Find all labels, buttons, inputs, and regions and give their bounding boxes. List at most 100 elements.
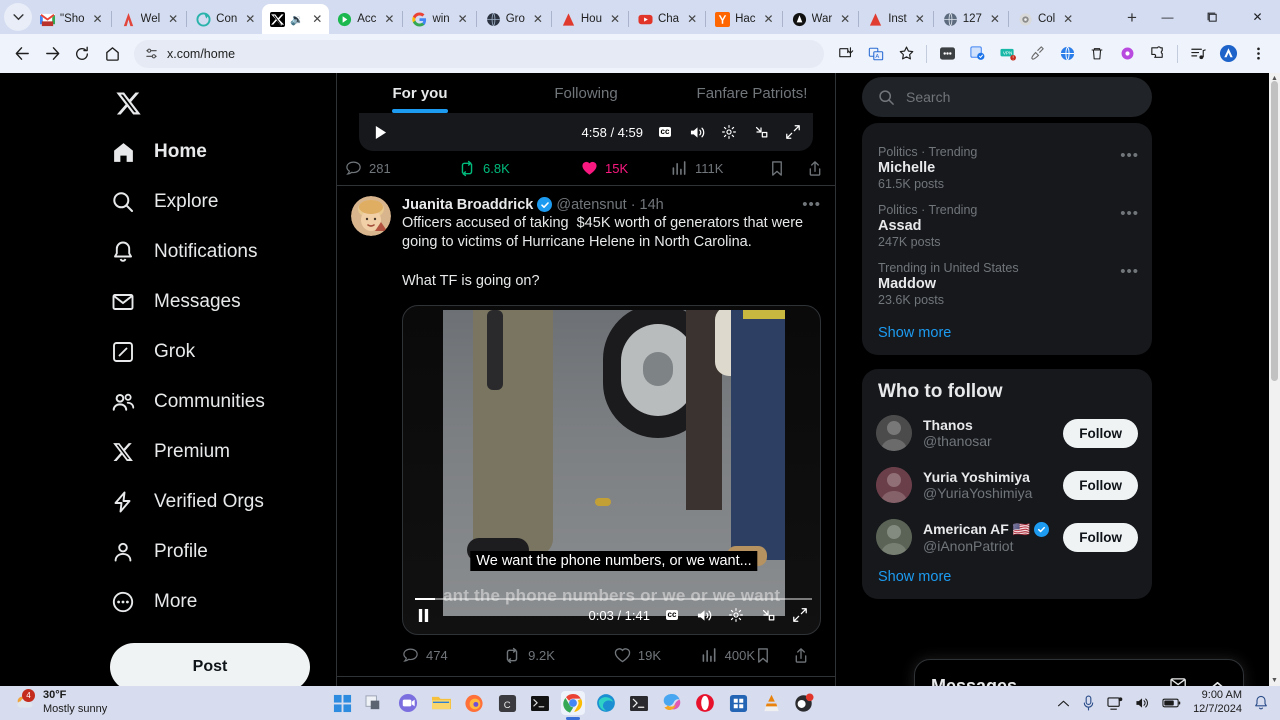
repost-action[interactable]: 9.2K xyxy=(503,647,614,664)
vlc-icon[interactable] xyxy=(759,691,783,715)
gear-icon[interactable] xyxy=(719,124,739,140)
edge-icon[interactable] xyxy=(594,691,618,715)
who-to-follow-item[interactable]: Thanos @thanosar Follow xyxy=(862,407,1152,459)
tab-close-icon[interactable]: ✕ xyxy=(761,11,777,27)
sidebar-item-home[interactable]: Home xyxy=(110,127,336,177)
translate-icon[interactable]: A xyxy=(862,40,890,68)
copilot-icon[interactable] xyxy=(660,691,684,715)
volume-icon[interactable] xyxy=(694,608,714,623)
ellipsis-icon[interactable]: ••• xyxy=(802,196,821,213)
home-button[interactable] xyxy=(98,40,126,68)
video-player-controls-top[interactable]: 4:58 / 4:59 cc xyxy=(359,113,813,151)
post-button[interactable]: Post xyxy=(110,643,310,686)
globe-blue-icon[interactable] xyxy=(1053,40,1081,68)
browser-tab[interactable]: Gro ✕ xyxy=(478,4,550,34)
obs-icon[interactable] xyxy=(792,691,816,715)
gear-icon[interactable] xyxy=(726,607,746,623)
avatar[interactable] xyxy=(876,415,912,451)
install-icon[interactable] xyxy=(832,40,860,68)
avatar[interactable] xyxy=(876,467,912,503)
browser-tab[interactable]: Hou ✕ xyxy=(553,4,627,34)
lens-blue-icon[interactable] xyxy=(963,40,991,68)
menu-kebab-icon[interactable] xyxy=(1244,40,1272,68)
tab-search-chevron-icon[interactable] xyxy=(4,3,32,31)
tab-close-icon[interactable]: ✕ xyxy=(684,11,700,27)
browser-tab[interactable]: Inst ✕ xyxy=(860,4,932,34)
cc-icon[interactable]: cc xyxy=(662,610,682,621)
ellipsis-icon[interactable]: ••• xyxy=(1120,263,1139,280)
file-explorer-icon[interactable] xyxy=(429,691,453,715)
post-author-handle[interactable]: @atensnut xyxy=(556,197,626,213)
sidebar-item-communities[interactable]: Communities xyxy=(110,377,336,427)
back-button[interactable] xyxy=(8,40,36,68)
browser-tab[interactable]: Wel ✕ xyxy=(113,4,186,34)
cursor-icon[interactable]: C xyxy=(495,691,519,715)
firefox-icon[interactable] xyxy=(462,691,486,715)
expand-icon[interactable] xyxy=(790,607,810,623)
battery-icon[interactable] xyxy=(1162,697,1181,709)
browser-tab-active[interactable]: 🔉 ✕ xyxy=(262,4,330,34)
tray-chevron-up-icon[interactable] xyxy=(1057,699,1070,708)
store-icon[interactable] xyxy=(726,691,750,715)
chrome-icon[interactable] xyxy=(561,691,585,715)
post-author-name[interactable]: Juanita Broaddrick xyxy=(402,197,533,213)
tab-close-icon[interactable]: ✕ xyxy=(912,11,928,27)
messages-dock[interactable]: Messages xyxy=(914,659,1244,686)
trend-item[interactable]: Politics · Trending Michelle 61.5K posts ••… xyxy=(862,135,1152,193)
share-icon[interactable] xyxy=(793,647,809,664)
tab-close-icon[interactable]: ✕ xyxy=(1060,11,1076,27)
tab-close-icon[interactable]: ✕ xyxy=(607,11,623,27)
browser-tab[interactable]: Cha ✕ xyxy=(630,4,704,34)
vpn-teal-icon[interactable]: VPN! xyxy=(993,40,1021,68)
views-action-top[interactable]: 111K xyxy=(671,160,723,176)
powershell-icon[interactable] xyxy=(627,691,651,715)
ellipsis-icon[interactable]: ••• xyxy=(1120,205,1139,222)
notification-bell-icon[interactable] xyxy=(1254,695,1268,711)
page-scrollbar[interactable]: ▲ ▼ xyxy=(1269,73,1280,686)
pip-icon[interactable] xyxy=(758,607,778,623)
search-input[interactable]: Search xyxy=(862,77,1152,117)
avatar[interactable] xyxy=(351,196,391,236)
tab-following[interactable]: Following xyxy=(503,73,669,113)
ellipsis-icon[interactable]: ••• xyxy=(1120,147,1139,164)
trend-item[interactable]: Politics · Trending Assad 247K posts ••• xyxy=(862,193,1152,251)
address-bar[interactable]: x.com/home xyxy=(134,39,824,68)
sidebar-item-more[interactable]: More xyxy=(110,577,336,627)
reload-button[interactable] xyxy=(68,40,96,68)
browser-tab[interactable]: "Sho ✕ xyxy=(32,4,110,34)
trends-show-more[interactable]: Show more xyxy=(862,309,1152,355)
follow-button[interactable]: Follow xyxy=(1063,418,1138,448)
pause-icon[interactable] xyxy=(413,608,433,623)
avatar[interactable] xyxy=(876,519,912,555)
like-action-top[interactable]: 15K xyxy=(581,160,671,176)
expand-icon[interactable] xyxy=(783,124,803,140)
teams-icon[interactable] xyxy=(396,691,420,715)
puzzle-icon[interactable] xyxy=(1143,40,1171,68)
windows-start-icon[interactable] xyxy=(330,691,354,715)
minimize-button[interactable]: — xyxy=(1145,0,1190,34)
tab-close-icon[interactable]: ✕ xyxy=(242,11,258,27)
trend-item[interactable]: Trending in United States Maddow 23.6K pos… xyxy=(862,251,1152,309)
video-player-controls[interactable]: 0:03 / 1:41 cc xyxy=(403,596,820,634)
browser-tab[interactable]: Col ✕ xyxy=(1010,4,1080,34)
post-video[interactable]: We want the phone numbers, or we want...… xyxy=(402,305,821,636)
tab-close-icon[interactable]: ✕ xyxy=(837,11,853,27)
tab-close-icon[interactable]: ✕ xyxy=(987,11,1003,27)
opera-icon[interactable] xyxy=(693,691,717,715)
browser-tab[interactable]: win ✕ xyxy=(404,4,474,34)
reply-action[interactable]: 474 xyxy=(402,647,503,664)
sidebar-item-explore[interactable]: Explore xyxy=(110,177,336,227)
post-timestamp[interactable]: 14h xyxy=(640,197,664,213)
forward-button[interactable] xyxy=(38,40,66,68)
display-icon[interactable] xyxy=(1107,696,1123,711)
volume-icon[interactable] xyxy=(1135,696,1150,710)
browser-tab[interactable]: 127 ✕ xyxy=(935,4,1007,34)
repost-action-top[interactable]: 6.8K xyxy=(458,160,581,177)
tab-close-icon[interactable]: ✕ xyxy=(381,11,397,27)
site-settings-icon[interactable] xyxy=(144,46,159,61)
tab-close-icon[interactable]: ✕ xyxy=(165,11,181,27)
taskbar-clock[interactable]: 9:00 AM 12/7/2024 xyxy=(1193,689,1242,717)
eyedropper-icon[interactable] xyxy=(1023,40,1051,68)
task-view-icon[interactable] xyxy=(363,691,387,715)
trash-icon[interactable] xyxy=(1083,40,1111,68)
